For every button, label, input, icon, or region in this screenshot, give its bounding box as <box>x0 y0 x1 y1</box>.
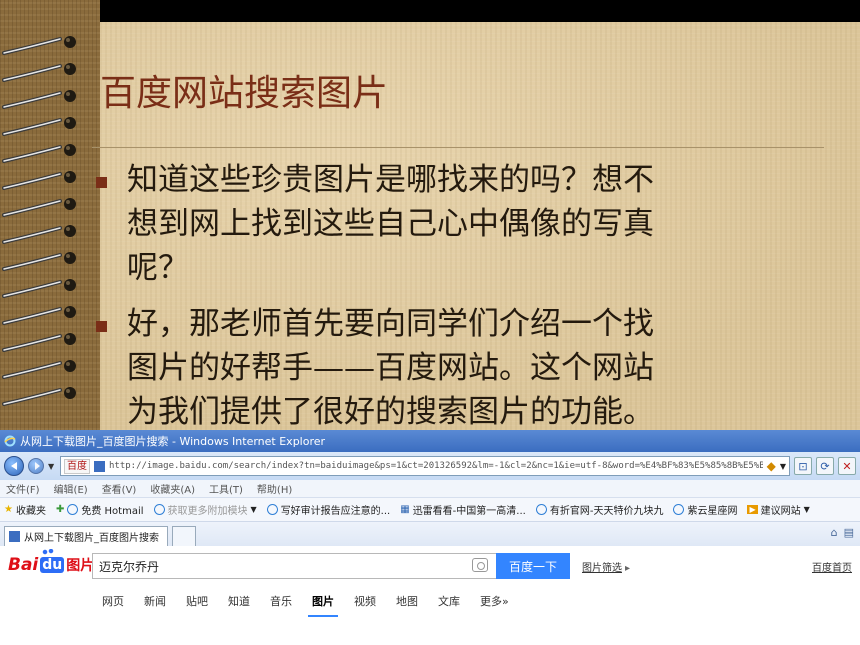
forward-button[interactable] <box>28 458 44 474</box>
ie-page-icon <box>67 504 79 515</box>
fav-audit-report[interactable]: 写好审计报告应注意的... <box>266 502 390 517</box>
fav-xunlei[interactable]: ▦ 迅雷看看-中国第一高清... <box>400 502 526 517</box>
ie-page-icon <box>153 504 165 515</box>
ie-page-icon <box>535 504 547 515</box>
stop-icon[interactable]: ✕ <box>838 457 856 475</box>
refresh-icon[interactable]: ⟳ <box>816 457 834 475</box>
tab-music[interactable]: 音乐 <box>260 584 302 620</box>
baidu-home-link[interactable]: 百度首页 <box>812 559 852 574</box>
category-tabs: 网页 新闻 贴吧 知道 音乐 图片 视频 地图 文库 更多» <box>0 584 860 620</box>
slide-title: 百度网站搜索图片 <box>100 73 389 114</box>
fav-youzhe[interactable]: 有折官网-天天特价九块九 <box>535 502 663 517</box>
favorites-button[interactable]: ★ 收藏夹 <box>4 502 46 517</box>
tab-news[interactable]: 新闻 <box>134 584 176 620</box>
bullet-line: 呢？ <box>127 250 189 286</box>
fav-addons[interactable]: 获取更多附加模块 ▼ <box>153 502 257 517</box>
presentation-slide: 百度网站搜索图片 知道这些珍贵图片是哪找来的吗？想不 想到网上找到这些自己心中偶… <box>0 0 860 430</box>
bullet-line: 知道这些珍贵图片是哪找来的吗？想不 <box>127 162 654 198</box>
bullet-line: 图片的好帮手——百度网站。这个网站 <box>127 350 654 386</box>
grid-page-icon: ▦ <box>400 504 410 515</box>
spiral-binding-icon <box>2 36 76 406</box>
slide-bullet-2: 好，那老师首先要向同学们介绍一个找 图片的好帮手——百度网站。这个网站 为我们提… <box>96 302 796 430</box>
bullet-square-icon <box>96 321 107 332</box>
address-toolbar: ▼ 百度 http://image.baidu.com/search/index… <box>0 452 860 480</box>
add-favorite-icon: ✚ <box>55 504 65 515</box>
ie-browser-window: 从网上下载图片_百度图片搜索 - Windows Internet Explor… <box>0 430 860 645</box>
ie-page-icon <box>673 504 685 515</box>
search-button[interactable]: 百度一下 <box>496 553 570 579</box>
bullet-square-icon <box>96 177 107 188</box>
tab-video[interactable]: 视频 <box>344 584 386 620</box>
menu-item-favorites[interactable]: 收藏夹(A) <box>150 481 195 496</box>
paw-icon: du <box>40 549 65 573</box>
feeds-icon[interactable]: ▤ <box>844 526 854 539</box>
menu-item-file[interactable]: 文件(F) <box>6 481 40 496</box>
menu-item-view[interactable]: 查看(V) <box>102 481 137 496</box>
menu-item-help[interactable]: 帮助(H) <box>257 481 292 496</box>
fav-ziyun[interactable]: 紫云星座网 <box>673 502 737 517</box>
ie-logo-icon <box>4 435 16 447</box>
title-divider <box>92 147 824 148</box>
page-favicon-icon <box>94 460 105 472</box>
bullet-line: 好，那老师首先要向同学们介绍一个找 <box>127 306 654 342</box>
back-button[interactable] <box>4 456 24 476</box>
command-bar: ⌂ ▤ <box>831 526 854 539</box>
fav-hotmail[interactable]: ✚ 免费 Hotmail <box>56 502 144 517</box>
address-dropdown-icon[interactable]: ▼ <box>780 462 786 471</box>
bullet-line: 想到网上找到这些自己心中偶像的写真 <box>127 206 654 242</box>
rss-icon[interactable]: ⊡ <box>794 457 812 475</box>
new-tab-button[interactable] <box>172 526 196 546</box>
home-icon[interactable]: ⌂ <box>831 526 838 539</box>
ie-page-icon <box>266 504 278 515</box>
tab-map[interactable]: 地图 <box>386 584 428 620</box>
menu-item-edit[interactable]: 编辑(E) <box>54 481 88 496</box>
tab-baidu-images[interactable]: 从网上下载图片_百度图片搜索 <box>4 526 168 546</box>
baidu-logo[interactable]: Bai du 图片 <box>8 549 94 575</box>
chevron-down-icon: ▼ <box>250 505 257 514</box>
slide-top-bar <box>100 0 860 22</box>
search-input[interactable] <box>92 553 496 579</box>
window-title: 从网上下载图片_百度图片搜索 - Windows Internet Explor… <box>20 435 326 448</box>
window-title-bar: 从网上下载图片_百度图片搜索 - Windows Internet Explor… <box>0 430 860 452</box>
chevron-down-icon: ▼ <box>803 505 810 514</box>
triangle-right-icon: ▸ <box>625 563 631 574</box>
bullet-line: 为我们提供了很好的搜索图片的功能。 <box>127 394 654 430</box>
tab-zhidao[interactable]: 知道 <box>218 584 260 620</box>
tab-wenku[interactable]: 文库 <box>428 584 470 620</box>
image-filter-link[interactable]: 图片筛选 ▸ <box>582 559 630 574</box>
tab-tieba[interactable]: 贴吧 <box>176 584 218 620</box>
url-text[interactable]: http://image.baidu.com/search/index?tn=b… <box>109 461 763 471</box>
fav-suggested-sites[interactable]: ▶ 建议网站 ▼ <box>747 502 810 517</box>
page-favicon-icon <box>9 531 20 542</box>
favorites-bar: ★ 收藏夹 ✚ 免费 Hotmail 获取更多附加模块 ▼ 写好审计报告应注意的...… <box>0 498 860 522</box>
slide-bullet-1: 知道这些珍贵图片是哪找来的吗？想不 想到网上找到这些自己心中偶像的写真 呢？ <box>96 158 796 290</box>
baidu-search-header: Baidu图片 百度一下 图片筛选▸ 百度首页 <box>0 546 860 584</box>
tab-web[interactable]: 网页 <box>92 584 134 620</box>
tab-images[interactable]: 图片 <box>302 584 344 620</box>
tab-bar: 从网上下载图片_百度图片搜索 ⌂ ▤ <box>0 522 860 546</box>
address-bar[interactable]: 百度 http://image.baidu.com/search/index?t… <box>60 456 790 476</box>
camera-icon[interactable] <box>472 558 488 572</box>
suggested-sites-icon: ▶ <box>747 505 758 514</box>
menu-item-tools[interactable]: 工具(T) <box>209 481 243 496</box>
history-dropdown-icon[interactable]: ▼ <box>48 462 56 471</box>
search-engine-chip[interactable]: 百度 <box>64 458 90 474</box>
tab-more[interactable]: 更多» <box>470 584 519 620</box>
star-icon: ★ <box>4 504 13 515</box>
compat-view-icon[interactable]: ◆ <box>767 459 776 473</box>
menu-bar: 文件(F) 编辑(E) 查看(V) 收藏夹(A) 工具(T) 帮助(H) <box>0 480 860 498</box>
